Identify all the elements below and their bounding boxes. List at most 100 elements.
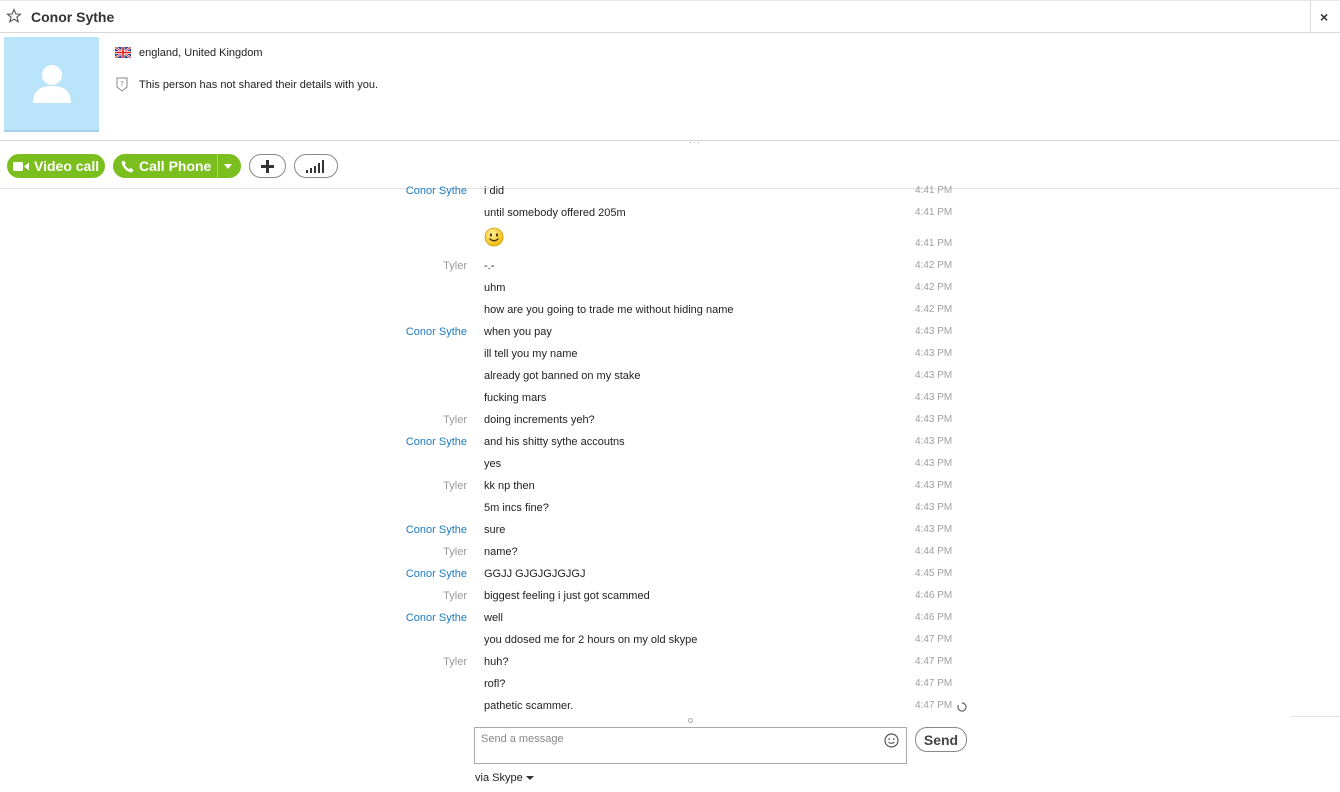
message-row[interactable]: 5m incs fine? 4:43 PM — [0, 500, 1340, 522]
message-row[interactable]: until somebody offered 205m 4:41 PM — [0, 205, 1340, 227]
message-sender[interactable]: Conor Sythe — [406, 524, 467, 536]
composer-resize-handle[interactable] — [688, 718, 693, 723]
message-timestamp: 4:43 PM — [915, 370, 953, 381]
call-phone-label: Call Phone — [139, 158, 212, 174]
add-button[interactable] — [249, 154, 286, 178]
message-row[interactable]: 4:41 PM — [0, 227, 1340, 258]
message-row[interactable]: you ddosed me for 2 hours on my old skyp… — [0, 632, 1340, 654]
contact-name-title: Conor Sythe — [31, 9, 115, 25]
emoticon-picker-icon[interactable] — [884, 733, 899, 748]
avatar[interactable] — [4, 37, 99, 132]
send-button[interactable]: Send — [915, 727, 967, 752]
message-row[interactable]: Tyler huh? 4:47 PM — [0, 654, 1340, 676]
video-call-button[interactable]: Video call — [7, 154, 105, 178]
profile-panel: england, United Kingdom ? This person ha… — [0, 33, 1340, 141]
message-row[interactable]: Tyler biggest feeling i just got scammed 4… — [0, 588, 1340, 610]
message-timestamp: 4:47 PM — [915, 634, 953, 645]
send-via-label: via Skype — [475, 772, 523, 784]
message-row[interactable]: already got banned on my stake 4:43 PM — [0, 368, 1340, 390]
star-favorite-icon[interactable] — [6, 8, 22, 24]
message-text: fucking mars — [484, 392, 547, 404]
message-text: -.- — [484, 260, 495, 272]
message-timestamp: 4:42 PM — [915, 282, 953, 293]
message-sender[interactable]: Conor Sythe — [406, 568, 467, 580]
message-text: when you pay — [484, 326, 552, 338]
message-sender[interactable]: Conor Sythe — [406, 436, 467, 448]
message-text: name? — [484, 546, 518, 558]
default-user-icon — [33, 65, 71, 103]
message-sender[interactable]: Tyler — [443, 260, 467, 272]
message-sender[interactable]: Tyler — [443, 546, 467, 558]
message-text: already got banned on my stake — [484, 370, 641, 382]
message-row[interactable]: fucking mars 4:43 PM — [0, 390, 1340, 412]
close-icon: × — [1320, 9, 1329, 25]
sending-spinner-icon — [957, 702, 967, 712]
message-text: pathetic scammer. — [484, 700, 574, 712]
message-row[interactable]: Conor Sythe well 4:46 PM — [0, 610, 1340, 632]
message-row[interactable]: Conor Sythe when you pay 4:43 PM — [0, 324, 1340, 346]
conversation-header: Conor Sythe × — [0, 0, 1340, 33]
message-row[interactable]: Conor Sythe sure 4:43 PM — [0, 522, 1340, 544]
message-text: 5m incs fine? — [484, 502, 549, 514]
message-timestamp: 4:43 PM — [915, 502, 953, 513]
message-row[interactable]: uhm 4:42 PM — [0, 280, 1340, 302]
message-text: yes — [484, 458, 502, 470]
message-text: and his shitty sythe accoutns — [484, 436, 625, 448]
message-sender[interactable]: Tyler — [443, 590, 467, 602]
svg-text:?: ? — [120, 80, 124, 88]
message-row[interactable]: Tyler name? 4:44 PM — [0, 544, 1340, 566]
message-text: biggest feeling i just got scammed — [484, 590, 650, 602]
message-text: doing increments yeh? — [484, 414, 595, 426]
message-row[interactable]: ill tell you my name 4:43 PM — [0, 346, 1340, 368]
message-row[interactable]: Conor Sythe GGJJ GJGJGJGJGJ 4:45 PM — [0, 566, 1340, 588]
message-text: uhm — [484, 282, 506, 294]
message-row[interactable]: Conor Sythe i did 4:41 PM — [0, 183, 1340, 205]
signal-bars-icon — [306, 160, 324, 173]
message-row[interactable]: rofl? 4:47 PM — [0, 676, 1340, 698]
call-options-dropdown-icon[interactable] — [224, 164, 232, 169]
message-row[interactable]: Conor Sythe and his shitty sythe accoutns… — [0, 434, 1340, 456]
message-timestamp: 4:43 PM — [915, 414, 953, 425]
message-input[interactable] — [481, 733, 871, 745]
message-timestamp: 4:42 PM — [915, 304, 953, 315]
message-text: you ddosed me for 2 hours on my old skyp… — [484, 634, 698, 646]
send-via-dropdown[interactable]: via Skype — [475, 772, 534, 784]
message-sender[interactable]: Conor Sythe — [406, 612, 467, 624]
message-sender[interactable]: Tyler — [443, 656, 467, 668]
video-camera-icon — [13, 161, 29, 171]
message-timestamp: 4:43 PM — [915, 524, 953, 535]
message-row[interactable]: how are you going to trade me without hi… — [0, 302, 1340, 324]
message-sender[interactable]: Tyler — [443, 480, 467, 492]
call-phone-button[interactable]: Call Phone — [113, 154, 241, 178]
message-timestamp: 4:41 PM — [915, 185, 953, 196]
message-timestamp: 4:41 PM — [915, 238, 953, 249]
message-text: sure — [484, 524, 506, 536]
message-timestamp: 4:46 PM — [915, 590, 953, 601]
message-row[interactable]: yes 4:43 PM — [0, 456, 1340, 478]
message-composer[interactable] — [474, 727, 907, 764]
message-text: kk np then — [484, 480, 535, 492]
message-text: rofl? — [484, 678, 506, 690]
message-timestamp: 4:41 PM — [915, 207, 953, 218]
privacy-info-icon: ? — [116, 77, 128, 92]
message-timestamp: 4:43 PM — [915, 480, 953, 491]
call-quality-button[interactable] — [294, 154, 338, 178]
message-row[interactable]: pathetic scammer. 4:47 PM — [0, 698, 1340, 720]
message-sender[interactable]: Tyler — [443, 414, 467, 426]
message-row[interactable]: Tyler kk np then 4:43 PM — [0, 478, 1340, 500]
message-sender[interactable]: Conor Sythe — [406, 326, 467, 338]
message-sender[interactable]: Conor Sythe — [406, 185, 467, 197]
message-text: well — [484, 612, 503, 624]
message-text: huh? — [484, 656, 509, 668]
message-timestamp: 4:43 PM — [915, 458, 953, 469]
smile-emoji-icon — [484, 227, 504, 247]
uk-flag-icon — [115, 47, 131, 58]
message-row[interactable]: Tyler -.- 4:42 PM — [0, 258, 1340, 280]
message-history[interactable]: Conor Sythe i did 4:41 PM until somebody of… — [0, 183, 1340, 716]
close-button[interactable]: × — [1310, 1, 1340, 33]
message-timestamp: 4:44 PM — [915, 546, 953, 557]
message-timestamp: 4:47 PM — [915, 656, 953, 667]
message-row[interactable]: Tyler doing increments yeh? 4:43 PM — [0, 412, 1340, 434]
message-text: how are you going to trade me without hi… — [484, 304, 734, 316]
video-call-label: Video call — [34, 158, 100, 174]
